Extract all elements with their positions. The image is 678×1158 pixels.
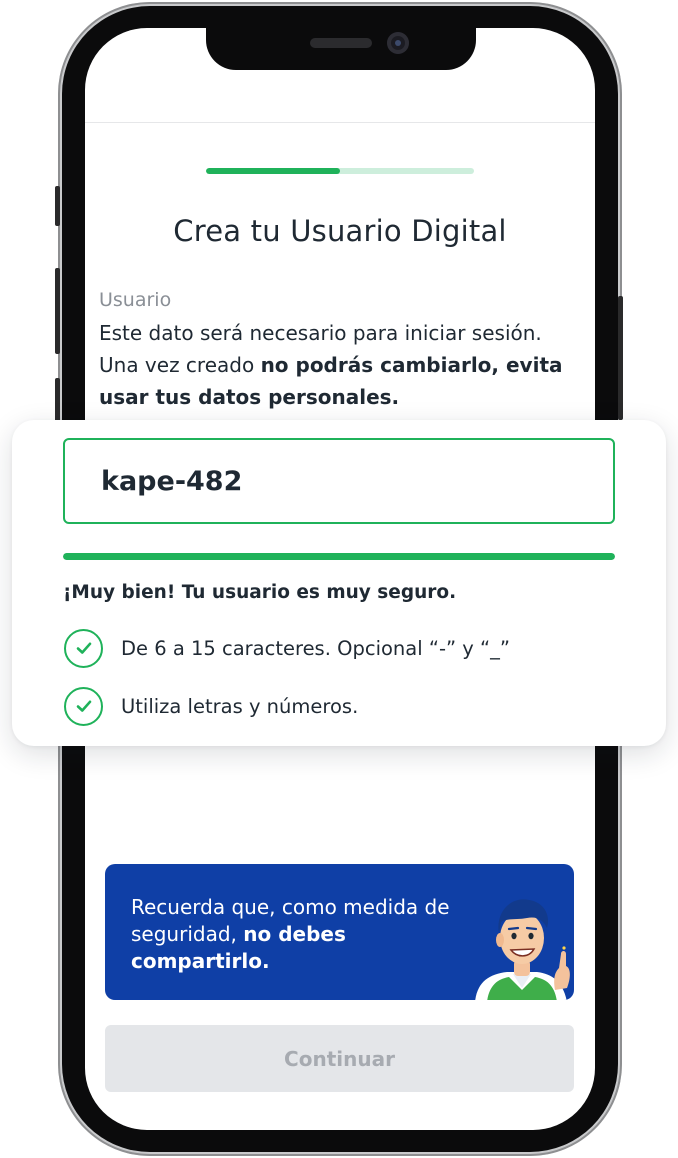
rule-length-text: De 6 a 15 caracteres. Opcional “-” y “_”	[121, 636, 510, 660]
rule-alphanumeric: Utiliza letras y números.	[64, 686, 358, 726]
volume-up-button	[55, 268, 60, 354]
front-camera	[387, 32, 409, 54]
banner-text: Recuerda que, como medida de seguridad, …	[131, 894, 451, 975]
strength-message: ¡Muy bien! Tu usuario es muy seguro.	[63, 582, 457, 603]
step-progress-bar	[206, 168, 474, 174]
mute-switch	[55, 186, 60, 226]
strength-meter-fill	[63, 553, 615, 560]
strength-meter	[63, 553, 615, 560]
security-banner: Recuerda que, como medida de seguridad, …	[105, 864, 574, 1000]
rule-length: De 6 a 15 caracteres. Opcional “-” y “_”	[64, 628, 510, 668]
helper-text: Este dato será necesario para iniciar se…	[99, 317, 585, 413]
header-divider	[85, 122, 595, 123]
mascot-illustration	[475, 899, 570, 1000]
check-circle-icon	[64, 628, 103, 668]
continue-button[interactable]: Continuar	[105, 1025, 574, 1092]
check-circle-icon	[64, 686, 103, 726]
power-button	[618, 296, 623, 420]
page-title: Crea tu Usuario Digital	[173, 214, 507, 248]
username-input[interactable]	[63, 438, 615, 524]
rule-alphanumeric-text: Utiliza letras y números.	[121, 694, 359, 718]
field-label: Usuario	[99, 289, 172, 311]
step-progress-fill	[206, 168, 340, 174]
speaker-grille	[310, 38, 372, 48]
